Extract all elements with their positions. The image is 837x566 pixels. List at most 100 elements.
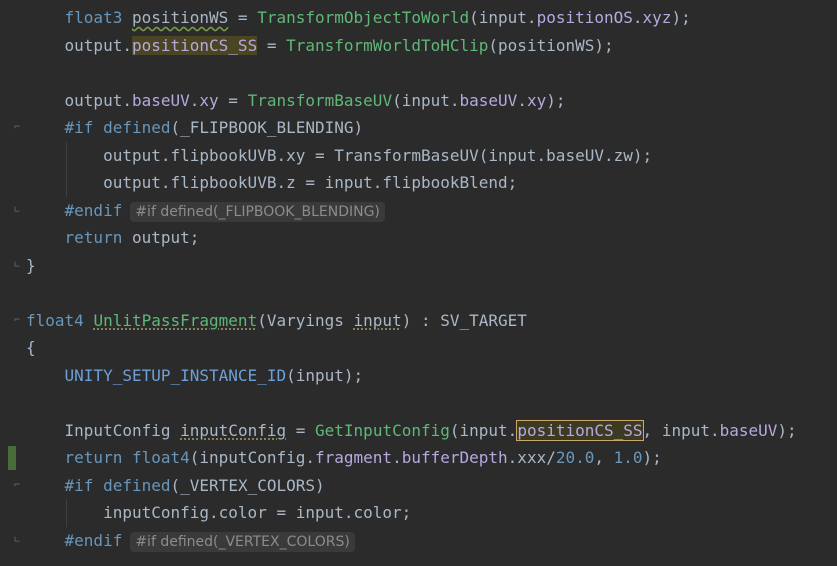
code-line[interactable] bbox=[0, 389, 837, 417]
code-token: } bbox=[26, 255, 36, 275]
code-line[interactable]: output.flipbookUVB.z = input.flipbookBle… bbox=[0, 169, 837, 197]
code-token: (input); bbox=[286, 365, 364, 385]
code-token: baseUV bbox=[459, 90, 518, 110]
gutter: ⌐ bbox=[0, 307, 26, 335]
code-line[interactable]: output.positionCS_SS = TransformWorldToH… bbox=[0, 32, 837, 60]
inlay-hint[interactable]: #if defined(_FLIPBOOK_BLENDING) bbox=[130, 201, 385, 222]
change-marker bbox=[8, 446, 16, 470]
code-text: #if defined(_VERTEX_COLORS) bbox=[26, 472, 325, 500]
code-token: 1.0 bbox=[613, 448, 643, 467]
code-editor[interactable]: float3 positionWS = TransformObjectToWor… bbox=[0, 0, 837, 566]
code-token: ); bbox=[546, 90, 566, 110]
gutter bbox=[0, 444, 26, 472]
inlay-hint[interactable]: #if defined(_VERTEX_COLORS) bbox=[130, 531, 355, 552]
code-token: fragment bbox=[315, 448, 393, 467]
code-token: (inputConfig. bbox=[189, 448, 315, 467]
code-line[interactable]: ∟} bbox=[0, 252, 837, 280]
code-token: ) : SV_TARGET bbox=[401, 310, 527, 330]
code-token: output. bbox=[64, 35, 132, 55]
fold-icon[interactable]: ⌐ bbox=[12, 480, 22, 492]
gutter bbox=[0, 417, 26, 445]
code-token: (positionWS); bbox=[488, 35, 614, 55]
code-text: output.positionCS_SS = TransformWorldToH… bbox=[26, 32, 614, 60]
code-token: positionWS bbox=[131, 8, 229, 27]
code-line[interactable]: ∟ #endif #if defined(_FLIPBOOK_BLENDING) bbox=[0, 197, 837, 225]
code-line[interactable]: inputConfig.color = input.color; bbox=[0, 499, 837, 527]
code-token: . bbox=[189, 90, 200, 110]
code-line[interactable]: float3 positionWS = TransformObjectToWor… bbox=[0, 4, 837, 32]
code-text: output.flipbookUVB.z = input.flipbookBle… bbox=[26, 169, 517, 197]
code-line[interactable]: ⌐ #if defined(_FLIPBOOK_BLENDING) bbox=[0, 114, 837, 142]
gutter bbox=[0, 4, 26, 32]
code-token: return bbox=[64, 448, 123, 467]
gutter bbox=[0, 389, 26, 417]
code-line[interactable]: return output; bbox=[0, 224, 837, 252]
gutter: ∟ bbox=[0, 197, 26, 225]
code-token: . bbox=[392, 448, 402, 467]
code-text: output.baseUV.xy = TransformBaseUV(input… bbox=[26, 87, 566, 115]
code-token: positionCS_SS bbox=[131, 35, 258, 55]
code-text: #endif #if defined(_VERTEX_COLORS) bbox=[26, 527, 355, 555]
code-text: } bbox=[26, 252, 36, 280]
fold-icon[interactable]: ⌐ bbox=[12, 315, 22, 327]
code-token: ); bbox=[777, 420, 797, 440]
code-token: positionOS bbox=[536, 8, 633, 27]
code-token: baseUV bbox=[131, 90, 190, 110]
code-token: float3 bbox=[64, 8, 123, 27]
code-line[interactable]: output.flipbookUVB.xy = TransformBaseUV(… bbox=[0, 142, 837, 170]
code-token: baseUV bbox=[719, 420, 778, 440]
code-line[interactable]: return float4(inputConfig.fragment.buffe… bbox=[0, 444, 837, 472]
gutter: ⌐ bbox=[0, 114, 26, 142]
code-token: ); bbox=[671, 8, 691, 27]
code-line[interactable]: UNITY_SETUP_INSTANCE_ID(input); bbox=[0, 362, 837, 390]
code-token: ); bbox=[642, 448, 662, 467]
gutter bbox=[0, 499, 26, 527]
code-text: return output; bbox=[26, 224, 200, 252]
code-text: #if defined(_FLIPBOOK_BLENDING) bbox=[26, 114, 364, 142]
code-line[interactable]: InputConfig inputConfig = GetInputConfig… bbox=[0, 417, 837, 445]
code-token: bufferDepth bbox=[401, 448, 508, 467]
code-line[interactable] bbox=[0, 279, 837, 307]
code-token: GetInputConfig bbox=[315, 420, 450, 440]
code-token: #endif bbox=[64, 530, 123, 550]
code-token: 20.0 bbox=[555, 448, 595, 467]
fold-icon[interactable]: ⌐ bbox=[12, 122, 22, 134]
code-line[interactable] bbox=[0, 59, 837, 87]
code-text: float3 positionWS = TransformObjectToWor… bbox=[26, 4, 691, 32]
code-token: input bbox=[353, 310, 402, 330]
fold-icon[interactable]: ∟ bbox=[12, 535, 22, 547]
code-line[interactable]: ⌐ #if defined(_VERTEX_COLORS) bbox=[0, 472, 837, 500]
code-token: TransformWorldToHClip bbox=[286, 35, 489, 55]
code-token: positionCS_SS bbox=[516, 419, 644, 441]
fold-icon[interactable]: ∟ bbox=[12, 260, 22, 272]
code-line[interactable]: output.baseUV.xy = TransformBaseUV(input… bbox=[0, 87, 837, 115]
code-line[interactable]: ⌐ float4 UnlitPassFragment(Varyings input… bbox=[0, 307, 837, 335]
code-token: TransformBaseUV bbox=[247, 90, 393, 110]
code-token: = bbox=[228, 8, 258, 27]
code-token: #endif bbox=[64, 200, 123, 220]
gutter: ∟ bbox=[0, 527, 26, 555]
code-token: .xxx/ bbox=[507, 448, 556, 467]
code-line[interactable]: { bbox=[0, 334, 837, 362]
code-line[interactable]: ∟ #endif #if defined(_VERTEX_COLORS) bbox=[0, 527, 837, 555]
fold-icon[interactable]: ∟ bbox=[12, 205, 22, 217]
code-token: , bbox=[594, 448, 614, 467]
code-text: return float4(inputConfig.fragment.buffe… bbox=[26, 444, 662, 472]
code-token: #if bbox=[64, 118, 94, 137]
gutter bbox=[0, 224, 26, 252]
code-token: , input. bbox=[642, 420, 720, 440]
gutter bbox=[0, 87, 26, 115]
